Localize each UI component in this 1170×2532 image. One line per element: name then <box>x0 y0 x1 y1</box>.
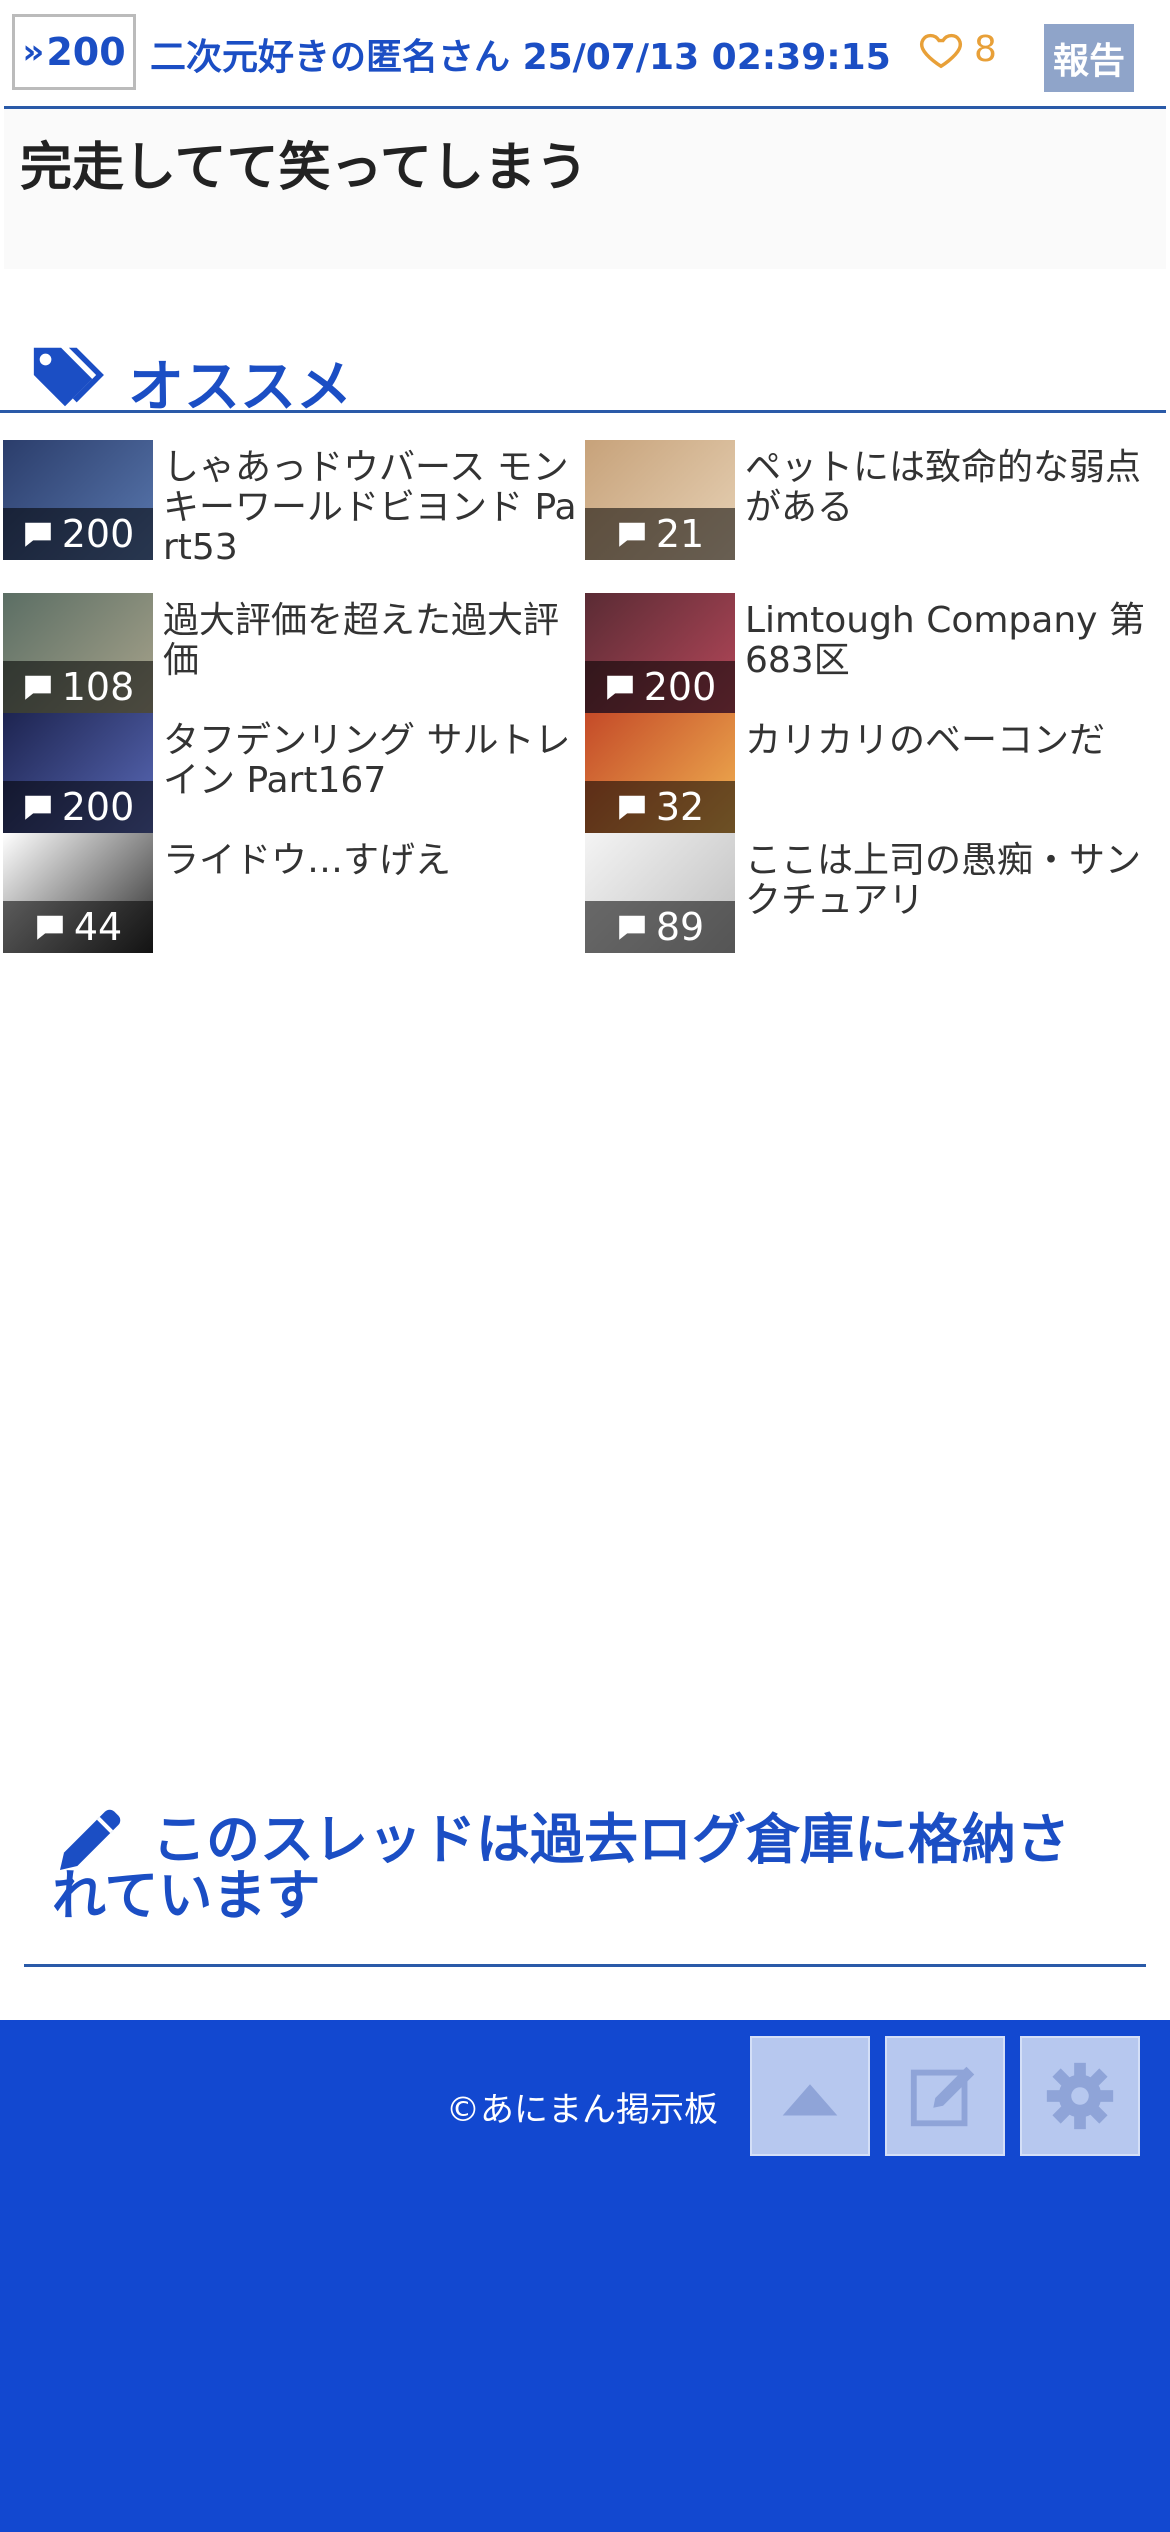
comment-icon <box>24 795 51 820</box>
recommend-item[interactable]: 44 ライドウ…すげえ <box>3 833 578 953</box>
thread-title: 過大評価を超えた過大評価 <box>163 600 560 681</box>
recommend-item[interactable]: 32 カリカリのベーコンだ <box>585 713 1160 833</box>
comment-icon <box>606 675 633 700</box>
post-header: » 200 二次元好きの匿名さん 25/07/13 02:39:15 8 報告 <box>4 0 1166 109</box>
reply-count: 200 <box>643 665 717 709</box>
comment-icon <box>619 522 645 547</box>
comment-icon <box>619 915 645 940</box>
reply-number-button[interactable]: » 200 <box>12 14 136 90</box>
recommend-item[interactable]: 21 ペットには致命的な弱点がある <box>585 440 1160 560</box>
post-meta: 二次元好きの匿名さん 25/07/13 02:39:15 <box>150 28 891 80</box>
thread-thumbnail: 200 <box>585 593 735 713</box>
like-count: 8 <box>974 28 997 70</box>
footer: ©あにまん掲示板 <box>0 2020 1170 2532</box>
thread-title: ここは上司の愚痴・サンクチュアリ <box>745 840 1142 921</box>
reply-count-badge: 21 <box>585 508 735 560</box>
reply-count-badge: 44 <box>3 901 153 953</box>
report-button[interactable]: 報告 <box>1044 24 1134 92</box>
thread-title: ライドウ…すげえ <box>163 840 452 881</box>
reply-count-badge: 200 <box>3 508 153 560</box>
write-post-button[interactable] <box>885 2036 1005 2156</box>
recommend-item[interactable]: 200 しゃあっドウバース モンキーワールドビヨンド Part53 <box>3 440 578 568</box>
reply-number: 200 <box>46 30 126 74</box>
tag-icon <box>33 347 104 407</box>
thread-title: タフデンリング サルトレイン Part167 <box>163 720 571 801</box>
thread-thumbnail: 108 <box>3 593 153 713</box>
reply-count-badge: 89 <box>585 901 735 953</box>
post-text: 完走してて笑ってしまう <box>20 138 588 198</box>
scroll-top-button[interactable] <box>750 2036 870 2156</box>
comment-icon <box>37 915 63 940</box>
thread-title: カリカリのベーコンだ <box>745 720 1106 761</box>
post-author: 二次元好きの匿名さん <box>150 37 511 78</box>
edit-icon <box>910 2066 975 2127</box>
archive-notice-text: このスレッドは過去ログ倉庫に格納されています <box>52 1808 1070 1927</box>
archive-notice: このスレッドは過去ログ倉庫に格納されています <box>24 1800 1146 1967</box>
reply-count: 200 <box>61 785 135 829</box>
reply-count-badge: 200 <box>585 661 735 713</box>
thread-thumbnail: 200 <box>3 440 153 560</box>
comment-icon <box>24 675 51 700</box>
copyright: ©あにまん掲示板 <box>446 2090 718 2130</box>
thread-thumbnail: 44 <box>3 833 153 953</box>
thread-title: Limtough Company 第683区 <box>745 600 1145 681</box>
recommend-title: オススメ <box>128 355 352 420</box>
post-datetime: 25/07/13 02:39:15 <box>522 37 891 78</box>
recommend-item[interactable]: 200 タフデンリング サルトレイン Part167 <box>3 713 578 833</box>
reply-count-badge: 108 <box>3 661 153 713</box>
reply-count: 108 <box>61 665 135 709</box>
reply-count: 89 <box>655 905 705 949</box>
recommend-item[interactable]: 108 過大評価を超えた過大評価 <box>3 593 578 713</box>
reply-count: 200 <box>61 512 135 556</box>
triangle-up-icon <box>782 2084 838 2116</box>
thread-title: しゃあっドウバース モンキーワールドビヨンド Part53 <box>163 447 577 568</box>
heart-icon <box>920 33 962 69</box>
double-chevron-icon: » <box>22 32 45 72</box>
thread-title: ペットには致命的な弱点がある <box>745 447 1142 528</box>
reply-count-badge: 200 <box>3 781 153 833</box>
gear-icon <box>1046 2062 1114 2130</box>
thread-thumbnail: 32 <box>585 713 735 833</box>
recommend-item[interactable]: 89 ここは上司の愚痴・サンクチュアリ <box>585 833 1160 953</box>
thread-thumbnail: 200 <box>3 713 153 833</box>
settings-button[interactable] <box>1020 2036 1140 2156</box>
comment-icon <box>619 795 645 820</box>
reply-count: 32 <box>655 785 705 829</box>
like-button[interactable]: 8 <box>918 26 997 72</box>
recommend-header: オススメ <box>0 320 1166 420</box>
reply-count: 21 <box>655 512 705 556</box>
reply-count: 44 <box>73 905 123 949</box>
post-body: 完走してて笑ってしまう <box>4 109 1166 269</box>
page: » 200 二次元好きの匿名さん 25/07/13 02:39:15 8 報告 … <box>0 0 1170 2532</box>
recommend-item[interactable]: 200 Limtough Company 第683区 <box>585 593 1160 713</box>
thread-thumbnail: 21 <box>585 440 735 560</box>
reply-count-badge: 32 <box>585 781 735 833</box>
comment-icon <box>24 522 51 547</box>
thread-thumbnail: 89 <box>585 833 735 953</box>
